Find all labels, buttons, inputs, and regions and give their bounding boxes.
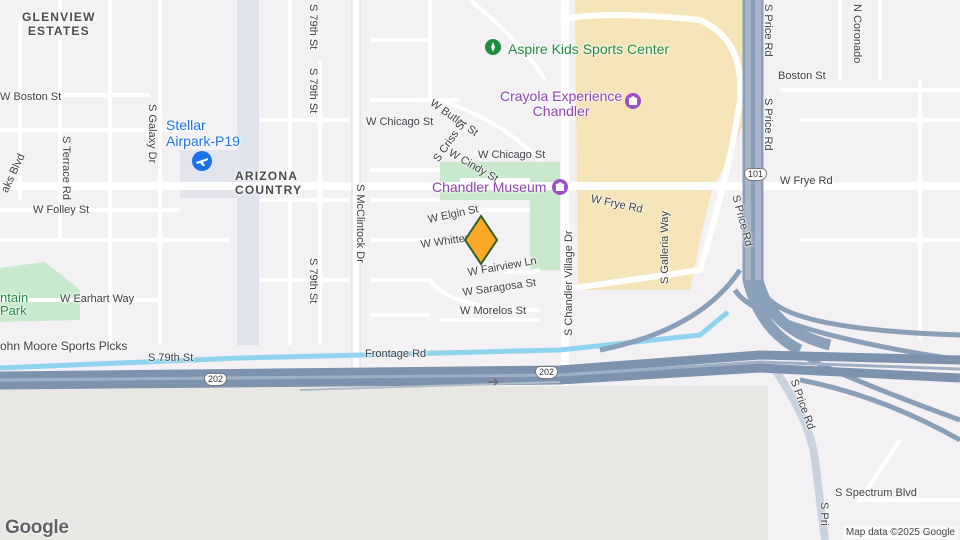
street-label: S 79th St (148, 352, 194, 364)
museum-icon[interactable] (551, 178, 569, 196)
street-label: S Price Rd (762, 98, 774, 151)
street-label: W Frye Rd (780, 175, 833, 187)
highway-shield-202: 202 (535, 366, 559, 379)
map-attribution[interactable]: Map data ©2025 Google (842, 526, 958, 539)
street-label: S Chandler Village Dr (563, 230, 575, 336)
street-label: S Galaxy Dr (146, 104, 158, 164)
poi-crayola[interactable]: Crayola Experience Chandler (500, 88, 622, 120)
street-label: Boston St (778, 70, 826, 82)
street-label: Frontage Rd (365, 348, 427, 360)
street-label: N Coronado (851, 4, 863, 64)
poi-john-moore[interactable]: ohn Moore Sports Plcks (0, 340, 127, 352)
airport-icon[interactable] (191, 150, 213, 172)
street-label: W Folley St (33, 204, 90, 216)
poi-stellar-airpark[interactable]: Stellar Airpark-P19 (166, 117, 240, 149)
street-label: S Price Rd (762, 4, 774, 57)
street-label: W Chicago St (366, 116, 434, 128)
sports-icon[interactable] (484, 38, 502, 56)
street-label: S Pri (818, 502, 830, 526)
google-logo: Google (5, 517, 69, 538)
poi-aspire-kids[interactable]: Aspire Kids Sports Center (508, 42, 669, 56)
street-label: S 79th St (307, 4, 319, 50)
street-label: W Boston St (0, 91, 62, 103)
industrial-area (0, 386, 768, 540)
street-label: W Chicago St (478, 149, 546, 161)
street-label: S Terrace Rd (60, 136, 72, 200)
map-canvas[interactable]: GLENVIEW ESTATES ARIZONA COUNTRY W Bosto… (0, 0, 960, 540)
direction-arrow-icon (488, 378, 500, 386)
poi-chandler-museum[interactable]: Chandler Museum (432, 179, 546, 195)
street-label: W Morelos St (460, 305, 527, 317)
area-label-glenview: GLENVIEW ESTATES (22, 10, 96, 38)
street-label: S McClintock Dr (354, 184, 366, 263)
street-label: S Galleria Way (659, 211, 671, 284)
highway-shield-101: 101 (744, 168, 768, 181)
location-pin[interactable] (462, 214, 500, 266)
area-label-arizona-country: ARIZONA COUNTRY (235, 169, 303, 197)
street-label: W Earhart Way (60, 293, 135, 305)
street-label: S 79th St (307, 258, 319, 304)
poi-park-partial[interactable]: ntain Park (0, 291, 28, 317)
street-label: S Spectrum Blvd (835, 487, 917, 499)
museum-icon[interactable] (624, 92, 642, 110)
street-label: S 79th St (307, 68, 319, 114)
highway-shield-202: 202 (204, 373, 228, 386)
